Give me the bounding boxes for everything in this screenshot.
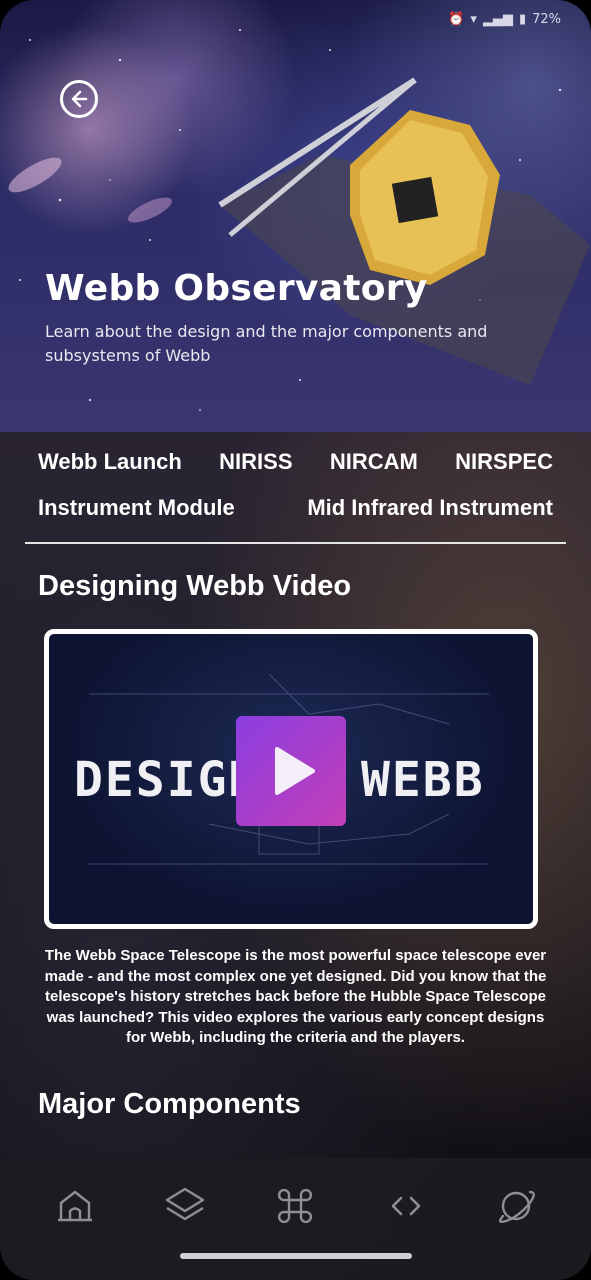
play-icon <box>275 747 315 795</box>
major-components-title: Major Components <box>38 1088 301 1120</box>
layers-icon <box>166 1187 205 1221</box>
thumbnail-text-left: DESIGN <box>74 752 260 808</box>
bottom-navigation <box>0 1158 591 1280</box>
nav-layers-button[interactable] <box>159 1180 211 1232</box>
page-title: Webb Observatory <box>45 268 428 309</box>
chip-nirspec[interactable]: NIRSPEC <box>447 449 561 475</box>
nav-code-button[interactable] <box>380 1180 432 1232</box>
signal-icon: ▂▄▆ <box>482 12 513 27</box>
video-thumbnail[interactable]: DESIGN WEBB <box>44 629 538 929</box>
command-icon <box>278 1188 313 1224</box>
video-section-title: Designing Webb Video <box>38 570 352 602</box>
planet-icon <box>498 1190 535 1224</box>
nav-command-button[interactable] <box>269 1180 321 1232</box>
thumbnail-text-right: WEBB <box>361 752 485 808</box>
chip-row-2: Instrument Module Mid Infrared Instrumen… <box>30 488 561 528</box>
chip-instrument-module[interactable]: Instrument Module <box>30 495 243 521</box>
gesture-home-bar[interactable] <box>180 1253 412 1259</box>
arrow-left-icon <box>71 90 88 108</box>
nav-planet-button[interactable] <box>490 1180 542 1232</box>
home-icon <box>58 1190 93 1222</box>
app-screen: ⏰ ▾ ▂▄▆ ▮ 72% Webb Observatory Learn abo… <box>0 0 591 1280</box>
chip-mid-infrared-instrument[interactable]: Mid Infrared Instrument <box>299 495 561 521</box>
alarm-icon: ⏰ <box>448 12 465 27</box>
chip-webb-launch[interactable]: Webb Launch <box>30 449 190 475</box>
nav-home-button[interactable] <box>49 1180 101 1232</box>
topic-chips: Webb Launch NIRISS NIRCAM NIRSPEC Instru… <box>30 442 561 534</box>
battery-level: 72% <box>532 12 561 27</box>
battery-icon: ▮ <box>518 12 527 27</box>
code-icon <box>391 1196 420 1216</box>
chip-nircam[interactable]: NIRCAM <box>322 449 426 475</box>
page-subtitle: Learn about the design and the major com… <box>45 322 488 365</box>
chip-row-1: Webb Launch NIRISS NIRCAM NIRSPEC <box>30 442 561 482</box>
status-bar: ⏰ ▾ ▂▄▆ ▮ 72% <box>448 12 561 27</box>
back-button[interactable] <box>60 80 98 118</box>
wifi-icon: ▾ <box>470 12 477 27</box>
section-divider <box>25 542 566 544</box>
hero-banner: ⏰ ▾ ▂▄▆ ▮ 72% Webb Observatory Learn abo… <box>0 0 591 432</box>
video-description: The Webb Space Telescope is the most pow… <box>44 947 547 1046</box>
chip-niriss[interactable]: NIRISS <box>211 449 300 475</box>
play-button[interactable] <box>236 716 346 826</box>
